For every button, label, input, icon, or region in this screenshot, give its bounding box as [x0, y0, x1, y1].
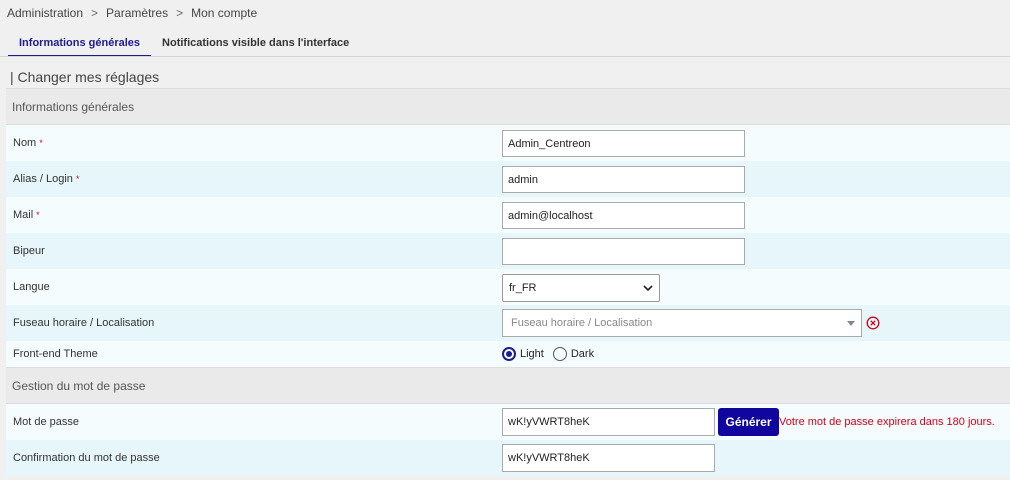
- form-row-langue: Langue fr_FR: [6, 269, 1010, 305]
- required-mark: *: [75, 174, 80, 184]
- field-label-bipeur: Bipeur: [13, 245, 45, 257]
- form-row-mail: Mail *: [6, 197, 1010, 233]
- form-row-fuseau: Fuseau horaire / Localisation Fuseau hor…: [6, 305, 1010, 341]
- field-label-nom: Nom *: [13, 137, 43, 149]
- mail-input[interactable]: [502, 202, 745, 229]
- field-label-password: Mot de passe: [13, 416, 80, 428]
- page-title: | Changer mes réglages: [10, 69, 160, 85]
- required-mark: *: [36, 210, 40, 220]
- password-input[interactable]: [502, 408, 715, 436]
- breadcrumb-separator: >: [176, 6, 184, 20]
- field-label-mail: Mail *: [13, 209, 40, 221]
- field-label-langue: Langue: [13, 281, 50, 293]
- radio-unchecked-icon: [552, 347, 567, 361]
- field-label-fuseau: Fuseau horaire / Localisation: [13, 317, 155, 329]
- field-label-password-confirm: Confirmation du mot de passe: [13, 452, 160, 464]
- breadcrumb-item-parametres[interactable]: Paramètres: [106, 6, 168, 20]
- breadcrumb: Administration > Paramètres > Mon compte: [7, 6, 257, 20]
- bipeur-input[interactable]: [502, 238, 745, 265]
- field-label-theme: Front-end Theme: [13, 348, 98, 360]
- form-row-password: Mot de passe Générer Votre mot de passe …: [6, 404, 1010, 440]
- password-expiry-message: Votre mot de passe expirera dans 180 jou…: [779, 416, 995, 428]
- theme-radio-dark[interactable]: Dark: [552, 347, 594, 361]
- breadcrumb-item-administration[interactable]: Administration: [7, 6, 83, 20]
- tab-notifications[interactable]: Notifications visible dans l'interface: [151, 30, 360, 57]
- section-header-password: Gestion du mot de passe: [6, 367, 1010, 404]
- form-row-alias: Alias / Login *: [6, 161, 1010, 197]
- theme-radio-group: Light Dark: [502, 341, 603, 367]
- langue-select-value: fr_FR: [509, 282, 537, 294]
- radio-checked-icon: [502, 347, 516, 361]
- fuseau-select-placeholder: Fuseau horaire / Localisation: [511, 317, 653, 329]
- form-row-theme: Front-end Theme Light Dark: [6, 341, 1010, 367]
- chevron-down-icon: [643, 285, 653, 292]
- form-row-password-confirm: Confirmation du mot de passe: [6, 440, 1010, 476]
- form-row-bipeur: Bipeur: [6, 233, 1010, 269]
- field-label-alias: Alias / Login *: [13, 173, 80, 185]
- theme-radio-light[interactable]: Light: [502, 347, 544, 361]
- tab-informations-generales[interactable]: Informations générales: [8, 30, 152, 57]
- tabs-divider: [0, 56, 1010, 57]
- nom-input[interactable]: [502, 130, 745, 157]
- dropdown-arrow-icon: [847, 321, 855, 326]
- breadcrumb-item-mon-compte[interactable]: Mon compte: [191, 6, 257, 20]
- required-mark: *: [39, 138, 43, 148]
- clear-circle-icon[interactable]: [866, 316, 880, 330]
- form-row-nom: Nom *: [6, 125, 1010, 161]
- generate-password-button[interactable]: Générer: [718, 408, 779, 436]
- section-header-general: Informations générales: [6, 88, 1010, 125]
- fuseau-select[interactable]: Fuseau horaire / Localisation: [502, 309, 862, 337]
- tab-bar: Informations générales Notifications vis…: [8, 30, 360, 57]
- password-confirm-input[interactable]: [502, 444, 715, 472]
- breadcrumb-separator: >: [91, 6, 99, 20]
- langue-select[interactable]: fr_FR: [502, 274, 660, 302]
- settings-form: Informations générales Nom* Alias / Logi…: [6, 88, 1010, 476]
- alias-login-input[interactable]: [502, 166, 745, 193]
